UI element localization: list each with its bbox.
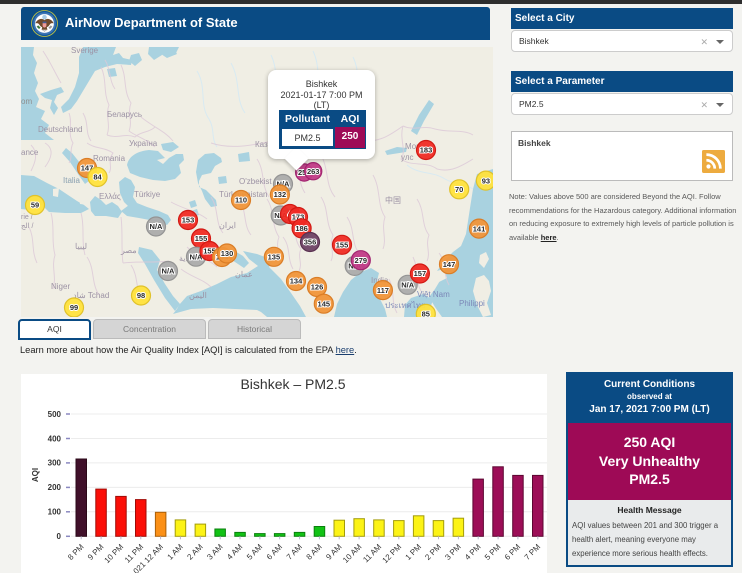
svg-text:183: 183 (420, 146, 433, 155)
svg-text:98: 98 (137, 291, 145, 300)
svg-text:Việt Nam: Việt Nam (417, 290, 450, 299)
svg-text:7 AM: 7 AM (285, 542, 304, 561)
svg-text:Philippi: Philippi (459, 299, 485, 308)
svg-text:4 AM: 4 AM (225, 542, 244, 561)
svg-text:263: 263 (307, 167, 320, 176)
svg-text:500: 500 (48, 410, 62, 419)
svg-text:om: om (21, 97, 32, 106)
svg-text:141: 141 (473, 224, 486, 233)
svg-text:11 AM: 11 AM (361, 542, 383, 564)
svg-text:5 AM: 5 AM (245, 542, 264, 561)
svg-text:7 PM: 7 PM (523, 542, 543, 562)
svg-text:3 PM: 3 PM (443, 542, 463, 562)
svg-text:85: 85 (422, 310, 430, 317)
svg-text:AQI: AQI (31, 468, 40, 482)
svg-text:145: 145 (318, 299, 331, 308)
svg-text:70: 70 (455, 185, 463, 194)
svg-text:N/A: N/A (162, 267, 176, 276)
svg-text:186: 186 (295, 224, 308, 233)
svg-text:ليبيا: ليبيا (75, 242, 87, 251)
svg-text:134: 134 (290, 277, 303, 286)
svg-text:400: 400 (48, 434, 62, 443)
svg-text:99: 99 (70, 303, 78, 312)
svg-text:100: 100 (48, 508, 62, 517)
svg-text:2 PM: 2 PM (423, 542, 443, 562)
svg-text:8 AM: 8 AM (305, 542, 324, 561)
svg-text:4 PM: 4 PM (463, 542, 483, 562)
svg-text:6 PM: 6 PM (503, 542, 523, 562)
svg-text:Türkiye: Türkiye (134, 190, 161, 199)
svg-text:147: 147 (443, 260, 456, 269)
svg-text:Sverige: Sverige (71, 47, 99, 55)
svg-text:59: 59 (31, 201, 39, 210)
svg-text:1 PM: 1 PM (404, 542, 424, 562)
svg-text:10 PM: 10 PM (103, 542, 126, 565)
svg-text:126: 126 (311, 283, 324, 292)
svg-text:ance: ance (21, 148, 39, 157)
svg-text:Беларусь: Беларусь (107, 110, 142, 119)
svg-text:279: 279 (355, 256, 368, 265)
svg-text:Україна: Україна (129, 139, 158, 148)
svg-text:200: 200 (48, 483, 62, 492)
svg-text:عمان: عمان (235, 270, 253, 279)
svg-text:110: 110 (235, 196, 247, 205)
svg-text:132: 132 (274, 190, 287, 199)
svg-text:356: 356 (304, 238, 317, 247)
svg-text:الج /: الج / (21, 222, 34, 230)
svg-text:155: 155 (336, 241, 349, 250)
svg-text:مصر: مصر (120, 246, 137, 255)
svg-text:84: 84 (93, 173, 102, 182)
svg-text:93: 93 (482, 176, 490, 185)
svg-text:N/A: N/A (401, 281, 415, 290)
svg-text:Niger: Niger (51, 282, 70, 291)
svg-text:10 AM: 10 AM (341, 542, 364, 565)
svg-text:8 PM: 8 PM (66, 542, 86, 562)
svg-text:3 AM: 3 AM (205, 542, 224, 561)
svg-text:0: 0 (57, 532, 62, 541)
svg-text:Romania: Romania (93, 154, 126, 163)
svg-text:135: 135 (268, 253, 281, 262)
svg-text:Deutschland: Deutschland (38, 125, 82, 134)
svg-text:300: 300 (48, 459, 62, 468)
svg-text:O'zbekist: O'zbekist (239, 177, 272, 186)
svg-text:中国: 中国 (385, 195, 401, 205)
svg-text:ايران: ايران (219, 221, 236, 230)
svg-text:5 PM: 5 PM (483, 542, 503, 562)
svg-text:улс: улс (401, 153, 414, 162)
svg-text:153: 153 (182, 216, 195, 225)
svg-text:117: 117 (377, 286, 389, 295)
svg-text:Bishkek – PM2.5: Bishkek – PM2.5 (240, 376, 345, 392)
svg-text:N/A: N/A (150, 222, 164, 231)
svg-text:Ελλάς: Ελλάς (99, 192, 121, 201)
svg-text:12 PM: 12 PM (380, 542, 403, 565)
svg-text:6 AM: 6 AM (265, 542, 284, 561)
svg-text:Italia: Italia (63, 176, 80, 185)
svg-text:157: 157 (414, 269, 427, 278)
svg-text:rie /: rie / (21, 214, 33, 221)
svg-text:اليمن: اليمن (189, 291, 207, 300)
svg-text:1 AM: 1 AM (166, 542, 185, 561)
svg-text:130: 130 (221, 249, 234, 258)
svg-text:2 AM: 2 AM (185, 542, 204, 561)
